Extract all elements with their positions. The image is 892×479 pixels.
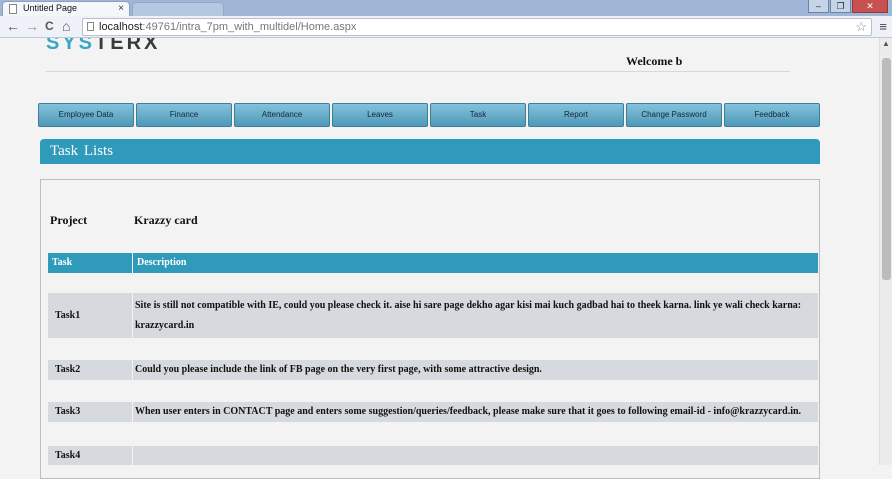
browser-menu-icon[interactable]: ≡ — [879, 19, 887, 34]
menu-finance[interactable]: Finance — [136, 103, 232, 127]
welcome-text: Welcome b — [626, 54, 683, 68]
menu-change-password[interactable]: Change Password — [626, 103, 722, 127]
browser-tab-active[interactable]: Untitled Page × — [2, 1, 130, 16]
window-controls: – ❐ ✕ — [808, 0, 888, 13]
description-cell: When user enters in CONTACT page and ent… — [133, 402, 818, 422]
column-header-description: Description — [133, 253, 818, 273]
browser-tab-new[interactable] — [132, 2, 224, 16]
forward-icon[interactable]: → — [25, 18, 39, 34]
scrollbar-thumb[interactable] — [882, 58, 891, 280]
url-path: :49761/intra_7pm_with_multidel/Home.aspx — [142, 21, 357, 33]
description-cell: Site is still not compatible with IE, co… — [133, 293, 818, 338]
task-cell: Task2 — [48, 360, 132, 380]
reload-icon[interactable]: C — [45, 18, 54, 34]
task-cell: Task4 — [48, 446, 132, 465]
menu-leaves[interactable]: Leaves — [332, 103, 428, 127]
task-cell: Task1 — [48, 293, 132, 338]
menu-employee-data[interactable]: Employee Data — [38, 103, 134, 127]
home-icon[interactable]: ⌂ — [62, 18, 70, 34]
url-host: localhost — [99, 21, 143, 33]
address-toolbar: ← → C ⌂ localhost:49761/intra_7pm_with_m… — [0, 16, 892, 38]
bookmark-star-icon[interactable]: ☆ — [855, 19, 867, 35]
document-icon — [87, 22, 94, 31]
back-icon[interactable]: ← — [6, 18, 20, 34]
restore-button[interactable]: ❐ — [830, 0, 851, 13]
panel-title: Task Lists — [40, 139, 820, 164]
main-menu: Employee Data Finance Attendance Leaves … — [38, 103, 820, 127]
project-name: Krazzy card — [134, 213, 198, 227]
close-window-button[interactable]: ✕ — [852, 0, 888, 13]
column-header-task: Task — [48, 253, 132, 273]
vertical-scrollbar[interactable]: ▲ — [879, 38, 892, 465]
minimize-button[interactable]: – — [808, 0, 829, 13]
tab-title: Untitled Page — [23, 3, 78, 13]
menu-task[interactable]: Task — [430, 103, 526, 127]
systerix-logo: SYSTERX — [46, 38, 161, 50]
project-label: Project — [50, 213, 88, 227]
description-cell: Could you please include the link of FB … — [133, 360, 818, 380]
menu-report[interactable]: Report — [528, 103, 624, 127]
browser-title-bar: Untitled Page × – ❐ ✕ — [0, 0, 892, 16]
tab-close-icon[interactable]: × — [118, 2, 124, 15]
scroll-up-icon[interactable]: ▲ — [882, 39, 890, 48]
menu-attendance[interactable]: Attendance — [234, 103, 330, 127]
page-icon — [9, 4, 17, 14]
header-divider — [46, 71, 790, 72]
description-cell — [133, 446, 818, 465]
url-field[interactable]: localhost:49761/intra_7pm_with_multidel/… — [82, 18, 872, 36]
menu-feedback[interactable]: Feedback — [724, 103, 820, 127]
task-cell: Task3 — [48, 402, 132, 422]
